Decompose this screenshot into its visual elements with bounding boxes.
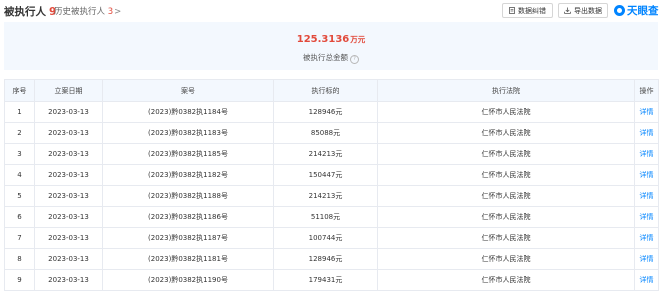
cell-index: 5 <box>4 185 35 207</box>
cell-court: 仁怀市人民法院 <box>377 248 635 270</box>
cell-date: 2023-03-13 <box>34 164 103 186</box>
cell-court: 仁怀市人民法院 <box>377 206 635 228</box>
total-amount: 125.3136万元 <box>4 34 658 45</box>
section-title: 被执行人 9 <box>4 4 56 19</box>
top-bar: 被执行人 9 历史被执行人 3> 数据纠错 导出数据 天眼查 <box>0 0 662 22</box>
data-correction-button[interactable]: 数据纠错 <box>502 3 553 18</box>
table-row: 9 2023-03-13 (2023)黔0382执1190号 179431元 仁… <box>4 269 659 291</box>
cell-date: 2023-03-13 <box>34 269 103 291</box>
cell-amount: 85088元 <box>273 122 378 144</box>
cell-index: 3 <box>4 143 35 165</box>
total-amount-label: 被执行总金额 <box>303 53 348 62</box>
cell-court: 仁怀市人民法院 <box>377 101 635 123</box>
cell-court: 仁怀市人民法院 <box>377 185 635 207</box>
cell-amount: 214213元 <box>273 185 378 207</box>
cell-index: 7 <box>4 227 35 249</box>
detail-link[interactable]: 详情 <box>634 248 659 270</box>
cell-case-no: (2023)黔0382执1187号 <box>102 227 274 249</box>
cell-amount: 214213元 <box>273 143 378 165</box>
detail-link[interactable]: 详情 <box>634 164 659 186</box>
column-header-index: 序号 <box>4 79 35 102</box>
table-row: 3 2023-03-13 (2023)黔0382执1185号 214213元 仁… <box>4 143 659 165</box>
cell-date: 2023-03-13 <box>34 143 103 165</box>
column-header-amount[interactable]: 执行标的 <box>273 79 378 102</box>
cell-index: 9 <box>4 269 35 291</box>
cell-date: 2023-03-13 <box>34 227 103 249</box>
table-row: 4 2023-03-13 (2023)黔0382执1182号 150447元 仁… <box>4 164 659 186</box>
cell-amount: 128946元 <box>273 248 378 270</box>
column-header-court: 执行法院 <box>377 79 635 102</box>
table-row: 2 2023-03-13 (2023)黔0382执1183号 85088元 仁怀… <box>4 122 659 144</box>
logo-icon <box>614 5 625 16</box>
export-data-label: 导出数据 <box>574 6 602 15</box>
detail-link[interactable]: 详情 <box>634 227 659 249</box>
detail-link[interactable]: 详情 <box>634 101 659 123</box>
logo-text: 天眼查 <box>627 5 659 17</box>
download-icon <box>564 7 571 14</box>
detail-link[interactable]: 详情 <box>634 143 659 165</box>
cell-amount: 150447元 <box>273 164 378 186</box>
detail-link[interactable]: 详情 <box>634 269 659 291</box>
table-row: 1 2023-03-13 (2023)黔0382执1184号 128946元 仁… <box>4 101 659 123</box>
table-row: 5 2023-03-13 (2023)黔0382执1188号 214213元 仁… <box>4 185 659 207</box>
total-amount-label-row: 被执行总金额? <box>4 52 658 64</box>
cell-index: 2 <box>4 122 35 144</box>
help-icon[interactable]: ? <box>350 55 359 64</box>
cell-date: 2023-03-13 <box>34 248 103 270</box>
cell-date: 2023-03-13 <box>34 206 103 228</box>
cell-index: 6 <box>4 206 35 228</box>
cell-case-no: (2023)黔0382执1185号 <box>102 143 274 165</box>
total-amount-value: 125.3136 <box>296 34 350 45</box>
cell-court: 仁怀市人民法院 <box>377 143 635 165</box>
section-title-label: 被执行人 <box>4 6 46 18</box>
column-header-date[interactable]: 立案日期 <box>34 79 103 102</box>
cell-amount: 128946元 <box>273 101 378 123</box>
total-amount-summary: 125.3136万元 被执行总金额? <box>4 22 658 70</box>
data-correction-label: 数据纠错 <box>518 6 546 15</box>
table-row: 8 2023-03-13 (2023)黔0382执1181号 128946元 仁… <box>4 248 659 270</box>
history-link[interactable]: 历史被执行人 3> <box>54 5 121 17</box>
detail-link[interactable]: 详情 <box>634 122 659 144</box>
cell-case-no: (2023)黔0382执1188号 <box>102 185 274 207</box>
cell-case-no: (2023)黔0382执1186号 <box>102 206 274 228</box>
cell-court: 仁怀市人民法院 <box>377 269 635 291</box>
history-label: 历史被执行人 <box>54 7 106 17</box>
tianyancha-logo: 天眼查 <box>614 3 659 18</box>
cell-amount: 179431元 <box>273 269 378 291</box>
document-icon <box>509 7 515 14</box>
cell-court: 仁怀市人民法院 <box>377 227 635 249</box>
enforcement-table: 序号 立案日期 案号 执行标的 执行法院 操作 1 2023-03-13 (20… <box>4 79 659 291</box>
cell-case-no: (2023)黔0382执1182号 <box>102 164 274 186</box>
column-header-action: 操作 <box>634 79 659 102</box>
cell-case-no: (2023)黔0382执1183号 <box>102 122 274 144</box>
total-amount-unit: 万元 <box>350 35 366 44</box>
cell-amount: 100744元 <box>273 227 378 249</box>
detail-link[interactable]: 详情 <box>634 206 659 228</box>
cell-court: 仁怀市人民法院 <box>377 122 635 144</box>
cell-amount: 51108元 <box>273 206 378 228</box>
cell-index: 8 <box>4 248 35 270</box>
cell-index: 4 <box>4 164 35 186</box>
export-data-button[interactable]: 导出数据 <box>558 3 608 18</box>
cell-case-no: (2023)黔0382执1181号 <box>102 248 274 270</box>
cell-index: 1 <box>4 101 35 123</box>
cell-court: 仁怀市人民法院 <box>377 164 635 186</box>
history-count: 3 <box>107 7 114 17</box>
cell-date: 2023-03-13 <box>34 122 103 144</box>
cell-date: 2023-03-13 <box>34 185 103 207</box>
table-row: 7 2023-03-13 (2023)黔0382执1187号 100744元 仁… <box>4 227 659 249</box>
column-header-case-no: 案号 <box>102 79 274 102</box>
cell-case-no: (2023)黔0382执1184号 <box>102 101 274 123</box>
table-row: 6 2023-03-13 (2023)黔0382执1186号 51108元 仁怀… <box>4 206 659 228</box>
table-header-row: 序号 立案日期 案号 执行标的 执行法院 操作 <box>4 79 659 102</box>
chevron-right-icon: > <box>114 7 122 17</box>
detail-link[interactable]: 详情 <box>634 185 659 207</box>
cell-date: 2023-03-13 <box>34 101 103 123</box>
cell-case-no: (2023)黔0382执1190号 <box>102 269 274 291</box>
